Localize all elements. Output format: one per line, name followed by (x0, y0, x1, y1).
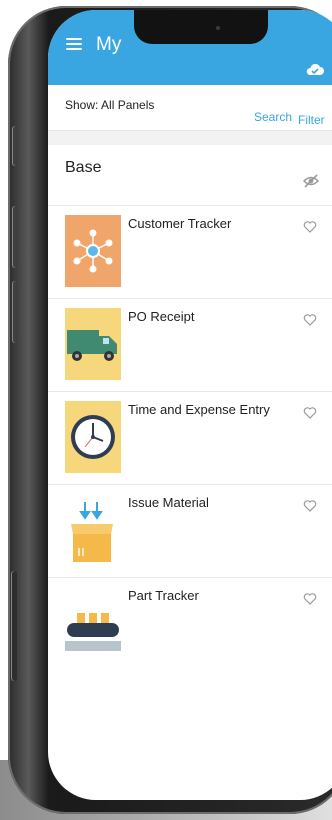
conveyor-icon (65, 613, 121, 651)
heart-icon[interactable] (303, 313, 317, 327)
panel-label: Time and Expense Entry (128, 402, 270, 417)
phone-silent-switch (12, 126, 18, 166)
section-gap (48, 131, 332, 145)
panel-label: PO Receipt (128, 309, 195, 324)
panel-label: Issue Material (128, 495, 209, 510)
heart-icon[interactable] (303, 406, 317, 420)
search-button[interactable]: Search (254, 110, 292, 124)
box-icon (71, 502, 113, 562)
phone-side-button (11, 571, 17, 681)
show-panels-label[interactable]: Show: All Panels (65, 98, 154, 112)
heart-icon[interactable] (303, 592, 317, 606)
panel-label: Customer Tracker (128, 216, 232, 231)
truck-icon (65, 308, 121, 380)
panel-label: Part Tracker (128, 588, 199, 603)
app-title: My (96, 34, 122, 55)
list-item[interactable]: Customer Tracker (48, 205, 332, 298)
phone-volume-down (12, 281, 18, 343)
cloud-check-icon[interactable] (306, 62, 324, 76)
heart-icon[interactable] (303, 499, 317, 513)
hide-eye-icon[interactable] (303, 173, 319, 189)
filter-button[interactable]: Filter (298, 113, 325, 127)
list-item[interactable]: Part Tracker (48, 577, 332, 670)
list-item[interactable]: Issue Material (48, 484, 332, 577)
heart-icon[interactable] (303, 220, 317, 234)
phone-notch (134, 10, 268, 44)
clock-icon (65, 401, 121, 473)
list-item[interactable]: PO Receipt (48, 298, 332, 391)
network-icon (65, 215, 121, 287)
section-title: Base (65, 159, 102, 176)
list-item[interactable]: Time and Expense Entry (48, 391, 332, 484)
menu-icon[interactable] (66, 38, 82, 50)
phone-screen: My Show: All Panels Search Filter Base C… (48, 10, 332, 800)
phone-volume-up (12, 206, 18, 268)
